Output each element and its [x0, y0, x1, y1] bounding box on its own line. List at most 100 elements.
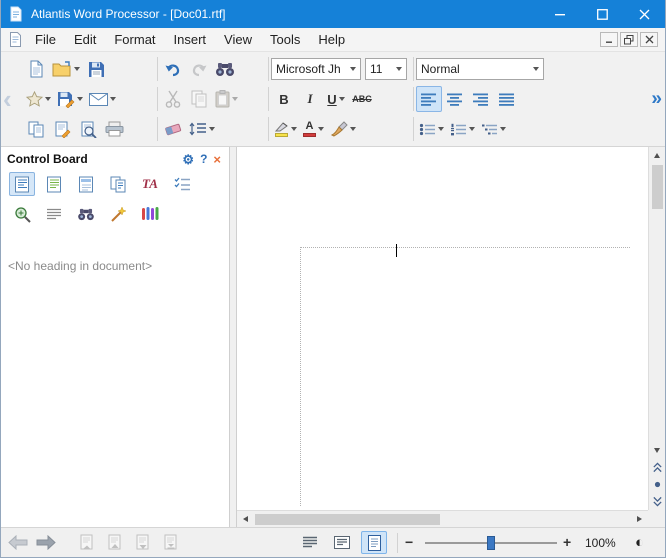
print-preview-button[interactable]: [23, 116, 49, 142]
scroll-down-button[interactable]: [649, 442, 666, 459]
highlight-dropdown-icon[interactable]: [291, 127, 297, 131]
zoom-slider[interactable]: [425, 542, 557, 544]
menu-insert[interactable]: Insert: [165, 29, 216, 50]
bullet-list-button[interactable]: [416, 116, 447, 142]
autocorrect-tool-button[interactable]: [105, 202, 131, 226]
styles-tab-button[interactable]: [169, 172, 195, 196]
paste-dropdown-icon[interactable]: [232, 97, 238, 101]
settings-gear-icon[interactable]: ⚙: [182, 153, 194, 166]
vertical-scroll-thumb[interactable]: [652, 165, 663, 209]
panel-splitter[interactable]: [229, 147, 237, 527]
menu-file[interactable]: File: [26, 29, 65, 50]
align-center-button[interactable]: [442, 86, 468, 112]
menu-view[interactable]: View: [215, 29, 261, 50]
menu-edit[interactable]: Edit: [65, 29, 105, 50]
mdi-restore-button[interactable]: [620, 32, 638, 47]
email-dropdown-icon[interactable]: [110, 97, 116, 101]
undo-button[interactable]: [160, 56, 186, 82]
line-spacing-dropdown-icon[interactable]: [209, 127, 215, 131]
underline-button[interactable]: U: [323, 86, 349, 112]
select-browse-object-button[interactable]: [649, 476, 666, 493]
find-button[interactable]: [212, 56, 238, 82]
new-document-button[interactable]: [23, 56, 49, 82]
bookmarks-tab-button[interactable]: [105, 172, 131, 196]
redo-button[interactable]: [186, 56, 212, 82]
style-combo[interactable]: Normal: [416, 58, 544, 80]
scroll-left-button[interactable]: [237, 511, 254, 528]
email-button[interactable]: [86, 86, 119, 112]
line-spacing-button[interactable]: [186, 116, 218, 142]
font-color-button[interactable]: A: [300, 116, 327, 142]
menu-format[interactable]: Format: [105, 29, 164, 50]
zoom-tool-button[interactable]: [9, 202, 35, 226]
page-zoom-button[interactable]: [75, 116, 101, 142]
highlight-button[interactable]: [271, 116, 300, 142]
menu-tools[interactable]: Tools: [261, 29, 309, 50]
favorites-button[interactable]: [23, 86, 54, 112]
titlebar[interactable]: Atlantis Word Processor - [Doc01.rtf]: [1, 0, 665, 28]
horizontal-scroll-thumb[interactable]: [255, 514, 440, 525]
maximize-button[interactable]: [581, 0, 623, 28]
open-dropdown-icon[interactable]: [74, 67, 80, 71]
save-button[interactable]: [83, 56, 109, 82]
favorites-dropdown-icon[interactable]: [45, 97, 51, 101]
bold-button[interactable]: B: [271, 86, 297, 112]
sections-tab-button[interactable]: [41, 172, 67, 196]
cut-button[interactable]: [160, 86, 186, 112]
multilevel-list-button[interactable]: [478, 116, 509, 142]
forward-button[interactable]: [35, 535, 57, 550]
vertical-scrollbar[interactable]: [648, 147, 665, 510]
horizontal-scrollbar[interactable]: [237, 510, 648, 527]
minimize-button[interactable]: [539, 0, 581, 28]
mdi-minimize-button[interactable]: [600, 32, 618, 47]
print-layout-view-button[interactable]: [361, 531, 387, 554]
save-as-button[interactable]: [54, 86, 86, 112]
open-button[interactable]: [49, 56, 83, 82]
headings-tab-button[interactable]: [9, 172, 35, 196]
full-screen-toggle[interactable]: ◐: [635, 535, 644, 550]
paste-button[interactable]: [212, 86, 241, 112]
document-page[interactable]: [237, 147, 648, 510]
font-name-combo[interactable]: Microsoft Jh: [271, 58, 361, 80]
help-icon[interactable]: ?: [200, 153, 207, 165]
paragraphs-tool-button[interactable]: [41, 202, 67, 226]
eraser-button[interactable]: [160, 116, 186, 142]
combo-arrow-icon[interactable]: [529, 67, 543, 71]
toolbar-scroll-left-icon[interactable]: ‹: [3, 86, 12, 112]
format-painter-dropdown-icon[interactable]: [350, 127, 356, 131]
zoom-slider-thumb[interactable]: [487, 536, 495, 550]
clips-tool-button[interactable]: [137, 202, 163, 226]
find-tool-button[interactable]: [73, 202, 99, 226]
font-color-dropdown-icon[interactable]: [318, 127, 324, 131]
close-panel-icon[interactable]: ×: [213, 153, 221, 166]
bullet-list-dropdown-icon[interactable]: [438, 127, 444, 131]
numbered-list-dropdown-icon[interactable]: [469, 127, 475, 131]
combo-arrow-icon[interactable]: [392, 67, 406, 71]
draft-view-button[interactable]: [297, 531, 323, 554]
toolbar-expand-icon[interactable]: »: [651, 90, 662, 109]
strikethrough-button[interactable]: ABC: [349, 86, 375, 112]
copy-button[interactable]: [186, 86, 212, 112]
zoom-in-button[interactable]: +: [563, 534, 571, 550]
align-right-button[interactable]: [468, 86, 494, 112]
scroll-up-button[interactable]: [649, 147, 666, 164]
goto-next-button[interactable]: [135, 534, 151, 551]
align-justify-button[interactable]: [494, 86, 520, 112]
scroll-right-button[interactable]: [631, 511, 648, 528]
italic-button[interactable]: I: [297, 86, 323, 112]
toc-tab-button[interactable]: [73, 172, 99, 196]
goto-start-button[interactable]: [79, 534, 95, 551]
goto-previous-button[interactable]: [107, 534, 123, 551]
goto-end-button[interactable]: [163, 534, 179, 551]
back-button[interactable]: [7, 535, 29, 550]
align-left-button[interactable]: [416, 86, 442, 112]
zoom-out-button[interactable]: −: [405, 534, 413, 550]
print-button[interactable]: [101, 116, 127, 142]
mdi-close-button[interactable]: [640, 32, 658, 47]
multilevel-list-dropdown-icon[interactable]: [500, 127, 506, 131]
numbered-list-button[interactable]: [447, 116, 478, 142]
page-edit-button[interactable]: [49, 116, 75, 142]
fonts-tab-button[interactable]: TA: [137, 172, 163, 196]
next-page-button[interactable]: [649, 493, 666, 510]
combo-arrow-icon[interactable]: [346, 67, 360, 71]
